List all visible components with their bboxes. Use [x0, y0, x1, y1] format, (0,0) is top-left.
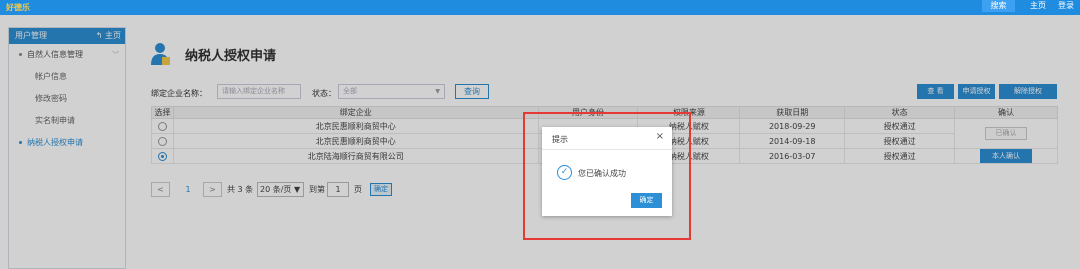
app-logo: 好德乐 — [6, 3, 30, 12]
dialog-divider — [542, 149, 672, 150]
top-login-link[interactable]: 登录 — [1058, 0, 1074, 12]
top-bar: 好德乐 搜索 主页 登录 — [0, 0, 1080, 15]
confirm-dialog: 提示 × ✓ 您已确认成功 确定 — [542, 127, 672, 216]
dialog-title: 提示 — [552, 135, 568, 144]
dialog-ok-button[interactable]: 确定 — [631, 193, 662, 208]
top-search-button[interactable]: 搜索 — [982, 0, 1015, 12]
dialog-message: 您已确认成功 — [578, 169, 626, 178]
top-home-link[interactable]: 主页 — [1030, 0, 1046, 12]
close-icon[interactable]: × — [656, 131, 664, 142]
check-circle-icon: ✓ — [557, 165, 572, 180]
